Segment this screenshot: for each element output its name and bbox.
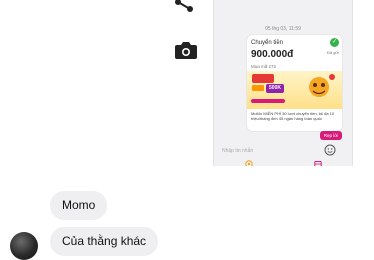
shared-screenshot-image[interactable]: 05 thg 03, 11:59 Chuyển tiền ✓ Đã gửi 90…: [213, 0, 353, 166]
reply-button: Rep lời: [320, 131, 342, 140]
check-icon: ✓: [330, 38, 339, 47]
transfer-code: Mua mã 272: [251, 64, 277, 69]
promo-text: MoMo MIỄN PHÍ 30 lượt chuyển tiền, tối đ…: [251, 111, 335, 121]
transfer-card: Chuyển tiền ✓ Đã gửi 900.000đ Mua mã 272…: [247, 35, 342, 131]
smile-icon: [324, 144, 336, 156]
avatar[interactable]: [10, 232, 38, 260]
camera-icon[interactable]: [171, 36, 201, 64]
message-input-placeholder: Nhập tin nhắn: [222, 148, 254, 154]
inbox-tab-icon: [314, 161, 322, 166]
wallet-tab-icon: [245, 160, 253, 166]
card-status: Đã gửi: [326, 50, 339, 55]
share-icon[interactable]: [172, 0, 198, 14]
transfer-amount: 900.000đ: [251, 49, 294, 60]
promo-banner-amount: 500K: [269, 85, 281, 91]
message-bubble[interactable]: Momo: [50, 191, 108, 220]
card-title: Chuyển tiền: [251, 40, 284, 46]
promo-banner: 500K: [247, 71, 342, 109]
promo-banner-art: [251, 74, 335, 103]
screenshot-timestamp: 05 thg 03, 11:59: [265, 26, 301, 32]
message-bubble[interactable]: Của thằng khác: [50, 227, 159, 256]
